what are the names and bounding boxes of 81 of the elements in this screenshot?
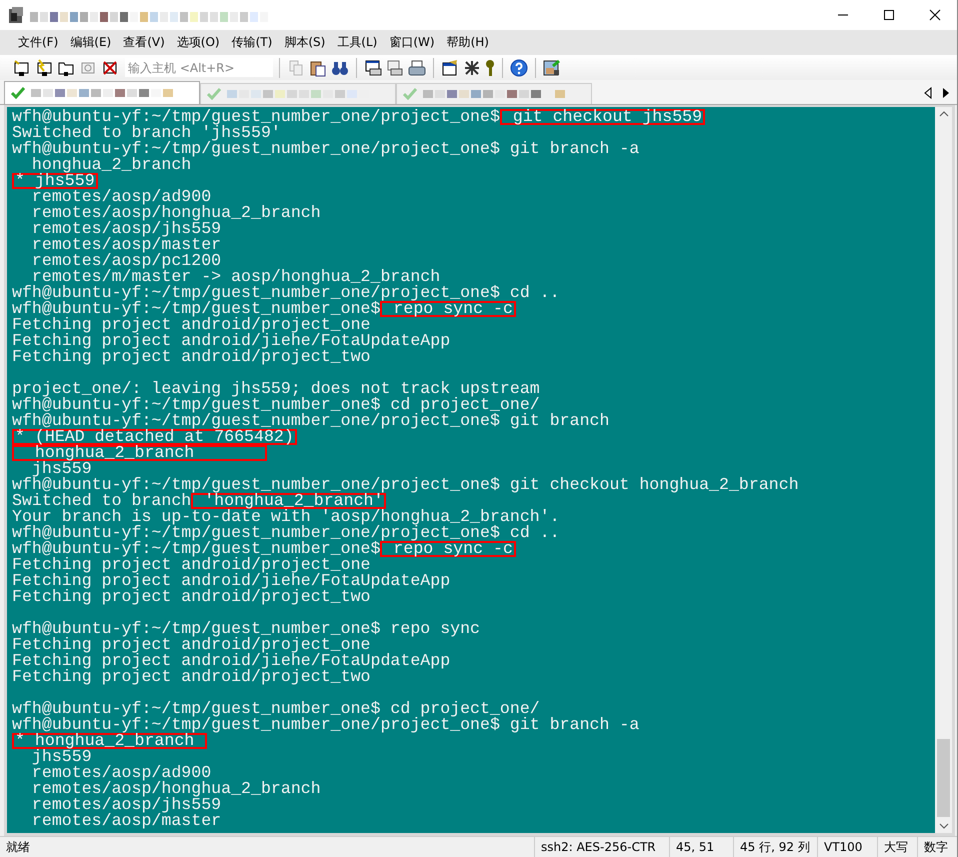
terminal-size: 45 行, 92 列 (733, 837, 817, 857)
terminal-text: Fetching project android/jiehe/FotaUpdateApp (12, 331, 450, 350)
status-message: 就绪 (5, 838, 31, 856)
cursor-position: 45, 51 (669, 837, 733, 857)
menu-item[interactable]: 文件(F) (12, 34, 64, 51)
highlighted-text: * (HEAD detached at 7665482) (12, 429, 297, 445)
caps-lock-status: 大写 (877, 837, 917, 857)
terminal-text: Fetching project android/project_one (12, 315, 370, 334)
terminal-text: wfh@ubuntu-yf:~/tmp/guest_number_one/project_one$ git branch -a (12, 139, 640, 158)
terminal-text: remotes/aosp/jhs559 (30, 795, 222, 814)
terminal-text: Fetching project android/jiehe/FotaUpdateApp (12, 651, 450, 670)
key-icon[interactable] (484, 58, 496, 76)
host-field[interactable]: 输入主机 <Alt+R> (125, 58, 273, 77)
menu-item[interactable]: 脚本(S) (278, 34, 332, 51)
menu-item[interactable]: 查看(V) (117, 34, 171, 51)
printer-icon[interactable] (407, 58, 427, 76)
sftp-icon[interactable] (542, 58, 562, 76)
help-icon[interactable] (509, 58, 529, 76)
scrollbar[interactable] (935, 107, 952, 833)
terminal-text: wfh@ubuntu-yf:~/tmp/guest_number_one/project_one$ git branch (12, 411, 610, 430)
terminal-text: Your branch is up-to-date with 'aosp/honghua_2_branch'. (12, 507, 560, 526)
terminal-text: project_one/: leaving jhs559; does not track upstream (12, 379, 540, 398)
terminal-text: remotes/aosp/master (30, 811, 222, 830)
terminal-text: wfh@ubuntu-yf:~/tmp/guest_number_one/project_one$ (12, 107, 500, 126)
terminal-text: wfh@ubuntu-yf:~/tmp/guest_number_one$ cd project_one/ (12, 395, 540, 414)
terminal-text: remotes/aosp/pc1200 (30, 251, 222, 270)
terminal-text: remotes/m/master -> aosp/honghua_2_branch (32, 267, 440, 286)
terminal-text: Fetching project android/project_two (12, 587, 370, 606)
terminal-text: Fetching project android/jiehe/FotaUpdateApp (12, 571, 450, 590)
terminal-text: remotes/aosp/ad900 (30, 187, 212, 206)
maximize-button[interactable] (883, 9, 895, 21)
terminal-text: jhs559 (30, 747, 92, 766)
cipher-status: ssh2: AES-256-CTR (534, 837, 669, 857)
terminal-text: wfh@ubuntu-yf:~/tmp/guest_number_one/project_one$ cd .. (12, 523, 560, 542)
terminal-text: Switched to branch (12, 491, 192, 510)
terminal-text: remotes/aosp/jhs559 (30, 219, 222, 238)
menu-item[interactable]: 编辑(E) (64, 34, 118, 51)
terminal-text: wfh@ubuntu-yf:~/tmp/guest_number_one/project_one$ git checkout honghua_2_branch (12, 475, 799, 494)
highlighted-text: * jhs559 (12, 173, 98, 189)
terminal-text: remotes/aosp/ad900 (30, 763, 212, 782)
tab-left-button[interactable] (923, 87, 933, 99)
emulation-status: VT100 (817, 837, 877, 857)
menu-item[interactable]: 窗口(W) (383, 34, 441, 51)
terminal-text: Fetching project android/project_one (12, 635, 370, 654)
print-screen-icon[interactable] (363, 58, 383, 76)
terminal-text: wfh@ubuntu-yf:~/tmp/guest_number_one$ (12, 299, 380, 318)
app-icon (8, 6, 24, 24)
session-options-icon[interactable] (440, 58, 460, 76)
highlighted-text: repo sync -c (380, 301, 516, 317)
settings-icon[interactable] (462, 58, 482, 76)
terminal-text: wfh@ubuntu-yf:~/tmp/guest_number_one/project_one$ git branch -a (12, 715, 640, 734)
menu-item[interactable]: 工具(L) (331, 34, 384, 51)
terminal-text: remotes/aosp/honghua_2_branch (30, 779, 321, 798)
highlighted-text: 'honghua_2_branch' (191, 493, 386, 509)
menu-item[interactable]: 选项(O) (170, 34, 226, 51)
terminal-text: Fetching project android/project_two (12, 667, 370, 686)
num-lock-status: 数字 (917, 837, 957, 857)
terminal-text: jhs559 (32, 459, 92, 478)
terminal-text: remotes/aosp/honghua_2_branch (30, 203, 321, 222)
scroll-thumb[interactable] (937, 739, 950, 817)
terminal-text: Fetching project android/project_one (12, 555, 370, 574)
menu-item[interactable]: 帮助(H) (440, 34, 495, 51)
terminal-text: Fetching project android/project_two (12, 347, 370, 366)
terminal-text: Switched to branch 'jhs559' (12, 123, 281, 142)
highlighted-text: honghua_2_branch (12, 445, 267, 461)
print-selection-icon[interactable] (385, 58, 405, 76)
terminal-text: wfh@ubuntu-yf:~/tmp/guest_number_one/project_one$ cd .. (12, 283, 560, 302)
highlighted-text: git checkout jhs559 (500, 109, 706, 125)
terminal-text: wfh@ubuntu-yf:~/tmp/guest_number_one$ (12, 539, 380, 558)
menu-item[interactable]: 传输(T) (226, 34, 278, 51)
terminal-text: wfh@ubuntu-yf:~/tmp/guest_number_one$ cd project_one/ (12, 699, 540, 718)
terminal-text: honghua_2_branch (32, 155, 192, 174)
tab-right-button[interactable] (941, 87, 951, 99)
session-tab[interactable] (396, 83, 592, 104)
terminal-text: remotes/aosp/master (30, 235, 222, 254)
highlighted-text: * honghua_2_branch (12, 733, 208, 749)
close-button[interactable] (929, 9, 941, 21)
session-tab[interactable] (4, 81, 200, 104)
terminal-text: wfh@ubuntu-yf:~/tmp/guest_number_one$ repo sync (12, 619, 480, 638)
paste-icon[interactable] (308, 58, 328, 76)
highlighted-text: repo sync -c (380, 541, 516, 557)
